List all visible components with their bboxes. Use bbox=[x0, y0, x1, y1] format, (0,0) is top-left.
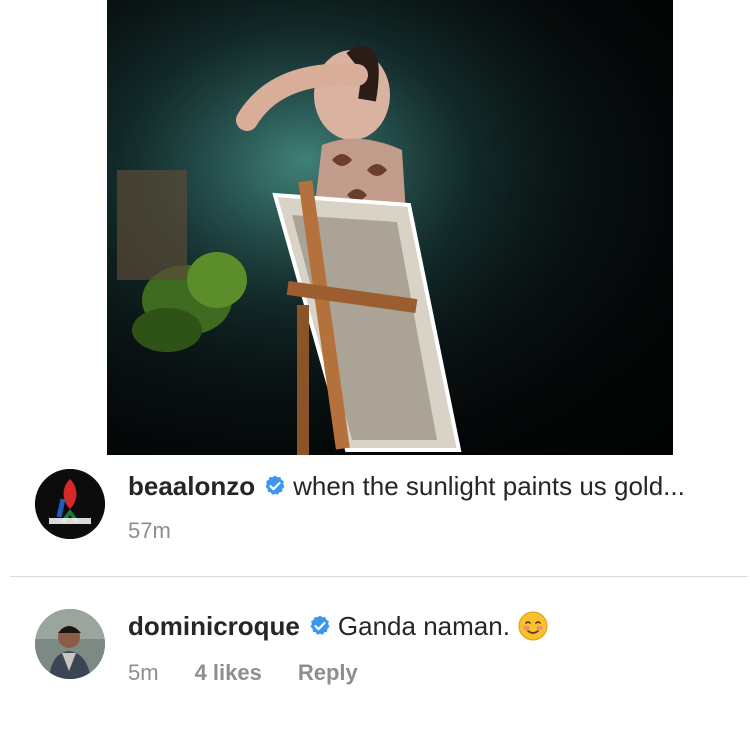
verified-badge-icon bbox=[265, 475, 285, 495]
profile-photo-icon bbox=[35, 609, 105, 679]
comment-timestamp: 5m bbox=[128, 660, 159, 685]
comment-username[interactable]: dominicroque bbox=[128, 609, 300, 643]
abs-cbn-logo-icon bbox=[35, 469, 105, 539]
reply-button[interactable]: Reply bbox=[298, 660, 358, 686]
post-photo[interactable] bbox=[107, 0, 673, 455]
smiling-blush-emoji-icon bbox=[518, 611, 548, 641]
caption-timestamp: 57m bbox=[128, 518, 171, 543]
divider bbox=[10, 576, 748, 577]
avatar-beaalonzo[interactable] bbox=[35, 469, 105, 539]
comment-meta: 5m 4 likes Reply bbox=[128, 660, 358, 686]
comment-text: Ganda naman. bbox=[337, 611, 510, 641]
comment-likes[interactable]: 4 likes bbox=[195, 660, 262, 686]
caption-meta: 57m bbox=[128, 518, 171, 544]
verified-badge-icon bbox=[310, 615, 330, 635]
caption-line: beaalonzo when the sunlight paints us go… bbox=[128, 469, 685, 503]
comment-line: dominicroque Ganda naman. bbox=[128, 609, 548, 643]
post-photo-illustration bbox=[107, 0, 673, 455]
caption-username[interactable]: beaalonzo bbox=[128, 469, 255, 503]
avatar-dominicroque[interactable] bbox=[35, 609, 105, 679]
caption-text: when the sunlight paints us gold... bbox=[293, 471, 685, 501]
